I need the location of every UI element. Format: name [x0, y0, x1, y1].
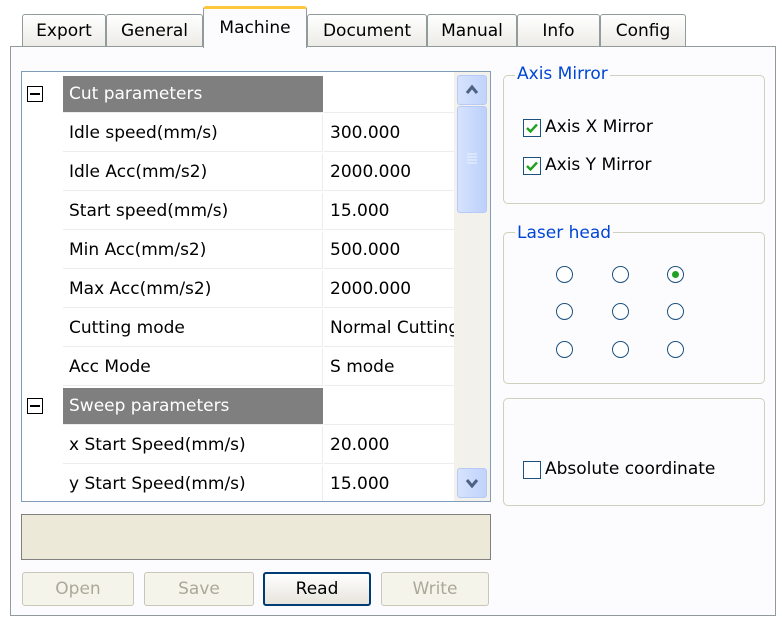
group-row[interactable]: Cut parameters [22, 76, 454, 115]
laser-head-radio-r2-c1[interactable] [556, 303, 573, 320]
open-button[interactable]: Open [22, 572, 134, 606]
axis-x-mirror-label[interactable]: Axis X Mirror [545, 117, 653, 137]
laser-head-radio-r1-c3[interactable] [667, 266, 684, 283]
parameter-name: Start speed(mm/s) [63, 193, 323, 230]
tab-config[interactable]: Config [600, 14, 686, 46]
scroll-thumb[interactable] [457, 106, 487, 213]
parameter-value[interactable]: 2000.000 [324, 271, 454, 308]
parameter-name: Max Acc(mm/s2) [63, 271, 323, 308]
parameter-value [324, 388, 454, 425]
collapse-icon[interactable] [27, 398, 43, 414]
axis-x-mirror-checkbox[interactable] [523, 119, 541, 137]
parameter-value[interactable]: 15.000 [324, 466, 454, 501]
axis-y-mirror-checkbox[interactable] [523, 157, 541, 175]
absolute-coordinate-label[interactable]: Absolute coordinate [545, 459, 715, 479]
parameter-value[interactable]: 2000.000 [324, 154, 454, 191]
laser-head-radio-r1-c2[interactable] [612, 266, 629, 283]
axis-mirror-title: Axis Mirror [515, 64, 610, 84]
collapse-icon[interactable] [27, 86, 43, 102]
laser-head-radio-r2-c2[interactable] [612, 303, 629, 320]
table-row[interactable]: x Start Speed(mm/s) 20.000 [22, 427, 454, 466]
parameter-name: Min Acc(mm/s2) [63, 232, 323, 269]
laser-head-group [503, 232, 765, 384]
parameter-value[interactable]: 15.000 [324, 193, 454, 230]
laser-head-radio-r3-c3[interactable] [667, 341, 684, 358]
laser-head-radio-r2-c3[interactable] [667, 303, 684, 320]
table-row[interactable]: Max Acc(mm/s2) 2000.000 [22, 271, 454, 310]
tab-info[interactable]: Info [517, 14, 600, 46]
axis-y-mirror-label[interactable]: Axis Y Mirror [545, 155, 652, 175]
axis-mirror-group [503, 75, 765, 204]
table-row[interactable]: Cutting mode Normal Cutting [22, 310, 454, 349]
parameter-value[interactable]: Normal Cutting [324, 310, 454, 347]
absolute-coordinate-group [503, 398, 765, 506]
scroll-up-button[interactable] [457, 75, 487, 105]
status-box [21, 514, 491, 560]
checkmark-icon [526, 123, 538, 134]
chevron-down-icon [465, 479, 479, 489]
absolute-coordinate-checkbox[interactable] [523, 461, 541, 479]
tab-document[interactable]: Document [307, 14, 427, 46]
laser-head-radio-r3-c2[interactable] [612, 341, 629, 358]
checkmark-icon [526, 161, 538, 172]
parameter-name: x Start Speed(mm/s) [63, 427, 323, 464]
parameter-name: Idle Acc(mm/s2) [63, 154, 323, 191]
table-row[interactable]: Min Acc(mm/s2) 500.000 [22, 232, 454, 271]
tab-general[interactable]: General [106, 14, 203, 46]
vertical-scrollbar[interactable] [454, 72, 490, 501]
laser-head-radio-r1-c1[interactable] [556, 266, 573, 283]
table-row[interactable]: Idle speed(mm/s) 300.000 [22, 115, 454, 154]
table-row[interactable]: Idle Acc(mm/s2) 2000.000 [22, 154, 454, 193]
read-button[interactable]: Read [263, 572, 371, 606]
write-button[interactable]: Write [381, 572, 489, 606]
parameter-value[interactable]: 300.000 [324, 115, 454, 152]
table-row[interactable]: y Start Speed(mm/s) 15.000 [22, 466, 454, 501]
table-row[interactable]: Start speed(mm/s) 15.000 [22, 193, 454, 232]
tab-manual[interactable]: Manual [427, 14, 517, 46]
tab-machine[interactable]: Machine [203, 6, 307, 48]
parameter-grid[interactable]: Cut parameters Idle speed(mm/s) 300.000 Idl… [21, 71, 491, 502]
table-row[interactable]: Acc Mode S mode [22, 349, 454, 388]
scroll-down-button[interactable] [457, 468, 487, 498]
chevron-up-icon [465, 84, 479, 94]
laser-head-title: Laser head [515, 223, 614, 243]
tab-export[interactable]: Export [22, 14, 106, 46]
group-label: Cut parameters [63, 76, 323, 113]
parameter-value[interactable]: 500.000 [324, 232, 454, 269]
parameter-name: Cutting mode [63, 310, 323, 347]
laser-head-radio-r3-c1[interactable] [556, 341, 573, 358]
parameter-value[interactable]: S mode [324, 349, 454, 386]
parameter-name: Acc Mode [63, 349, 323, 386]
parameter-value [324, 76, 454, 113]
save-button[interactable]: Save [144, 572, 254, 606]
parameter-value[interactable]: 20.000 [324, 427, 454, 464]
group-label: Sweep parameters [63, 388, 323, 425]
parameter-name: Idle speed(mm/s) [63, 115, 323, 152]
group-row[interactable]: Sweep parameters [22, 388, 454, 427]
parameter-name: y Start Speed(mm/s) [63, 466, 323, 501]
grip-icon [467, 153, 477, 164]
